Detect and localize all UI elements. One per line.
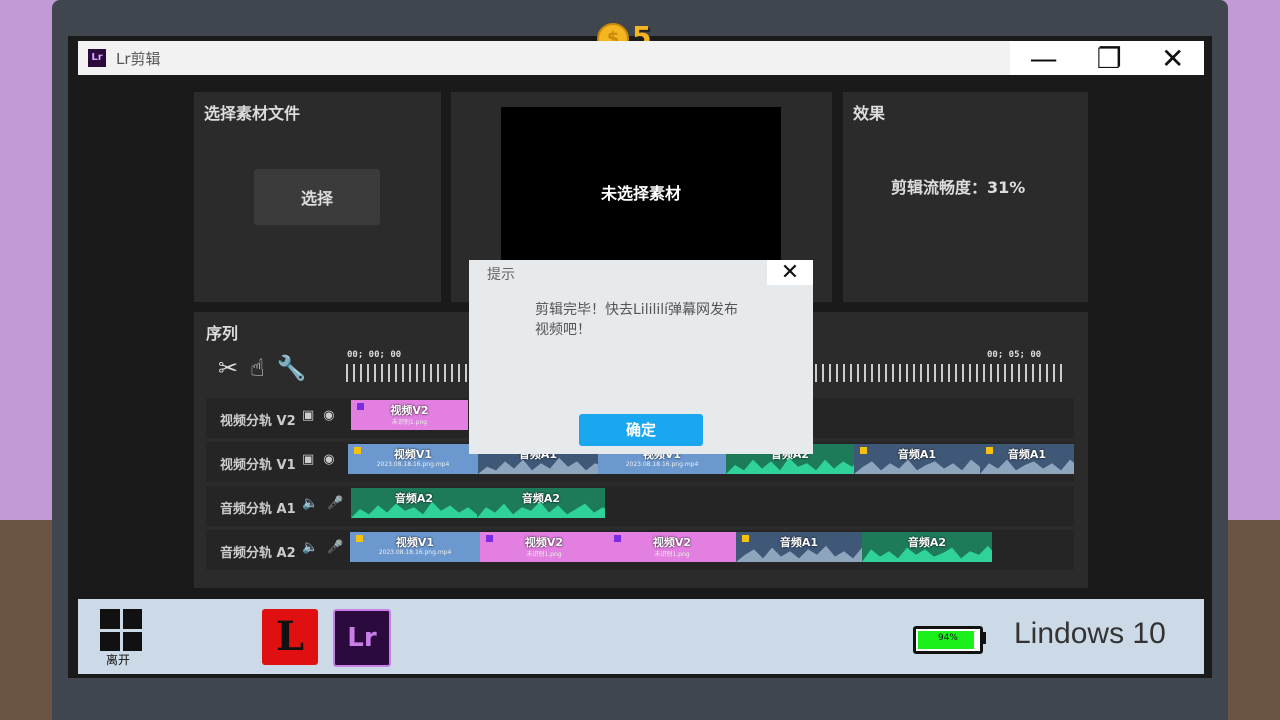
alert-dialog: 提示 ✕ 剪辑完毕！快去Lilililí弹幕网发布视频吧！ 确定 — [469, 260, 813, 454]
select-button[interactable]: 选择 — [254, 169, 380, 225]
sequence-title: 序列 — [206, 324, 239, 343]
preview-screen: 未选择素材 — [501, 107, 781, 277]
taskbar-app-lr[interactable]: Lr — [333, 609, 391, 667]
waveform — [351, 501, 477, 518]
battery-tip — [981, 632, 986, 644]
speaker-icon[interactable]: 🔈 — [302, 540, 318, 555]
camera-icon[interactable]: ▣ — [302, 452, 314, 467]
clip[interactable]: 音频A2 — [351, 488, 477, 518]
minimize-button[interactable]: — — [1030, 42, 1058, 75]
os-name: Lindows 10 — [1014, 617, 1166, 650]
clip[interactable]: 视频V2 未识别1.png — [608, 532, 736, 562]
clip[interactable]: 音频A2 — [477, 488, 605, 518]
leave-label[interactable]: 离开 — [106, 651, 130, 668]
confirm-button[interactable]: 确定 — [579, 414, 703, 446]
waveform — [862, 545, 992, 562]
clip[interactable]: 音频A2 — [862, 532, 992, 562]
window-titlebar: Lr Lr剪辑 — ❐ ✕ — [78, 41, 1204, 75]
timecode-end: 00; 05; 00 — [987, 350, 1042, 360]
track-label: 音频分轨 A2 — [220, 546, 296, 561]
waveform — [736, 545, 862, 562]
restore-button[interactable]: ❐ — [1097, 42, 1122, 75]
mic-icon[interactable]: 🎤 — [327, 540, 343, 555]
wrench-icon[interactable]: 🔧 — [277, 354, 307, 382]
select-panel-title: 选择素材文件 — [204, 104, 301, 123]
app-icon: Lr — [88, 49, 106, 67]
clip[interactable]: 视频V2 未识别1.png — [480, 532, 608, 562]
windows-logo-icon[interactable] — [100, 609, 142, 651]
dialog-message: 剪辑完毕！快去Lilililí弹幕网发布视频吧！ — [535, 302, 739, 338]
clip[interactable]: 音频A1 — [736, 532, 862, 562]
camera-icon[interactable]: ▣ — [302, 408, 314, 423]
eye-icon[interactable]: ◉ — [323, 408, 334, 423]
dialog-title: 提示 — [487, 267, 515, 283]
battery-percent: 94% — [937, 633, 958, 643]
track-label: 音频分轨 A1 — [220, 502, 296, 517]
taskbar-app-l[interactable]: L — [262, 609, 318, 665]
close-button[interactable]: ✕ — [1161, 42, 1184, 75]
clip[interactable]: 音频A1 — [980, 444, 1074, 474]
waveform — [477, 501, 605, 518]
battery-icon: 94% — [913, 626, 983, 654]
timecode-start: 00; 00; 00 — [347, 350, 402, 360]
effect-smoothness: 剪辑流畅度：31% — [891, 178, 1026, 197]
waveform — [980, 459, 1074, 474]
clip[interactable]: 视频V1 2023.08.18.16.png.mp4 — [350, 532, 480, 562]
window-title: Lr剪辑 — [116, 50, 161, 68]
effect-panel: 效果 剪辑流畅度：31% — [843, 92, 1088, 302]
waveform — [854, 459, 980, 474]
track-a2: 音频分轨 A2 🔈 🎤 视频V1 2023.08.18.16.png.mp4 视频V… — [206, 530, 1074, 570]
waveform — [478, 457, 598, 474]
effect-panel-title: 效果 — [853, 104, 886, 123]
clip[interactable]: 视频V1 2023.08.18.16.png.mp4 — [348, 444, 478, 474]
toolbar: ✂ ☝ 🔧 — [218, 354, 307, 382]
scissors-icon[interactable]: ✂ — [218, 354, 238, 382]
hand-icon[interactable]: ☝ — [250, 354, 265, 382]
track-label: 视频分轨 V1 — [220, 458, 296, 473]
window-controls: — ❐ ✕ — [1010, 41, 1204, 75]
select-panel: 选择素材文件 选择 — [194, 92, 441, 302]
dialog-close-button[interactable]: ✕ — [767, 260, 813, 285]
track-label: 视频分轨 V2 — [220, 414, 296, 429]
track-a1: 音频分轨 A1 🔈 🎤 音频A2 音频A2 — [206, 486, 1074, 526]
clip[interactable]: 音频A1 — [854, 444, 980, 474]
speaker-icon[interactable]: 🔈 — [302, 496, 318, 511]
waveform — [726, 457, 854, 474]
taskbar: 离开 L Lr 94% Lindows 10 — [78, 599, 1204, 674]
clip[interactable]: 视频V2 未识别1.png — [351, 400, 468, 430]
mic-icon[interactable]: 🎤 — [327, 496, 343, 511]
eye-icon[interactable]: ◉ — [323, 452, 334, 467]
